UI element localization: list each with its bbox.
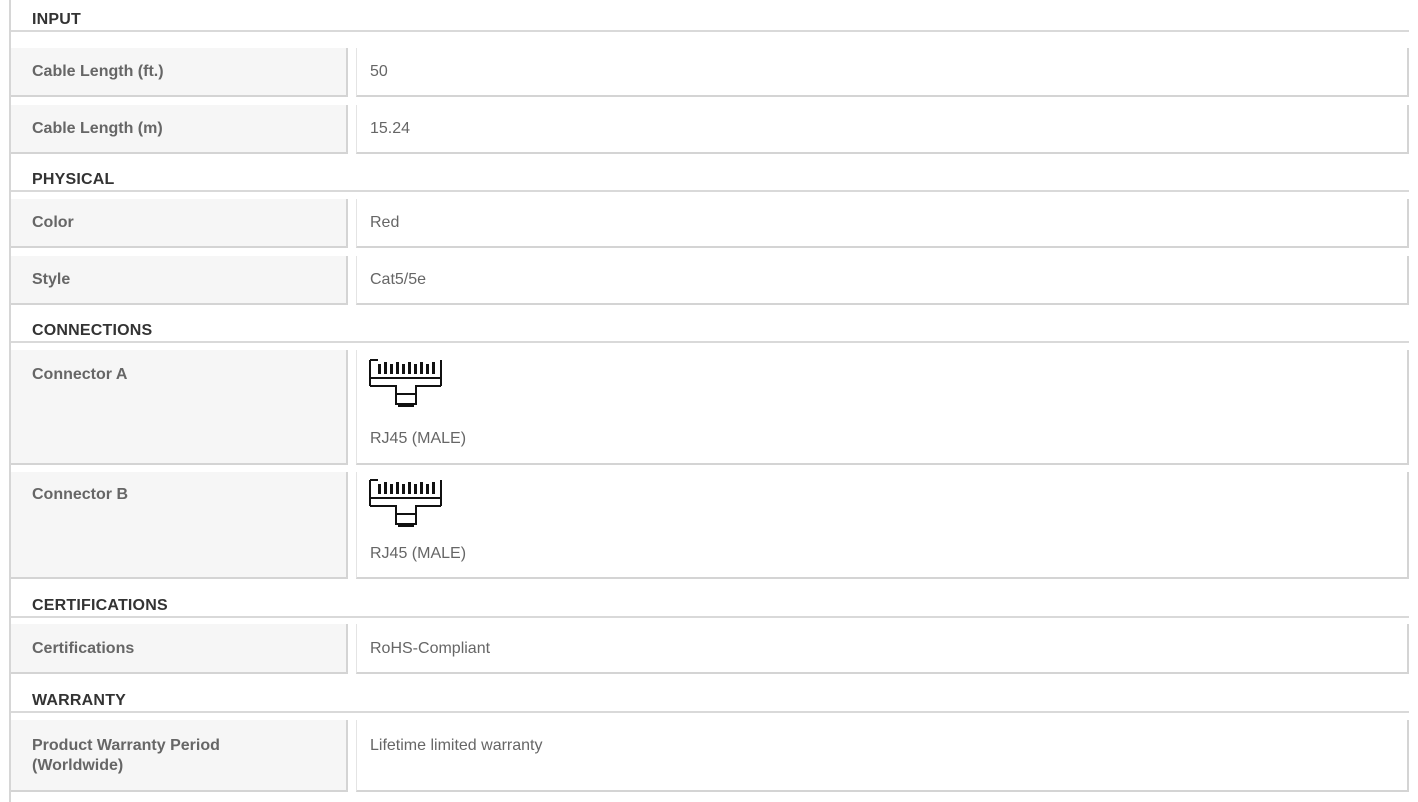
spec-label-cell: Cable Length (m) xyxy=(11,105,348,154)
spec-value: Red xyxy=(370,214,400,231)
spec-row-certifications: Certifications RoHS-Compliant xyxy=(11,624,1409,674)
spec-value-cell: 50 xyxy=(356,48,1409,97)
spec-row-product-warranty-period: Product Warranty Period (Worldwide) Life… xyxy=(11,720,1409,792)
section-title: PHYSICAL xyxy=(32,171,115,188)
section-header-certifications: CERTIFICATIONS xyxy=(11,586,1409,618)
spec-label: Connector B xyxy=(32,486,128,503)
spec-value: Cat5/5e xyxy=(370,271,427,288)
spec-label-cell: Style xyxy=(11,256,348,305)
spec-row-style: Style Cat5/5e xyxy=(11,256,1409,305)
spec-label: Cable Length (m) xyxy=(32,120,163,137)
spec-value-cell: RoHS-Compliant xyxy=(356,624,1409,674)
section-title: CONNECTIONS xyxy=(32,322,153,339)
spec-label: Product Warranty Period (Worldwide) xyxy=(32,736,220,776)
section-header-connections: CONNECTIONS xyxy=(11,311,1409,343)
section-header-warranty: WARRANTY xyxy=(11,681,1409,713)
spec-value: RJ45 (MALE) xyxy=(370,430,467,447)
section-title: INPUT xyxy=(32,11,81,28)
spec-value: RJ45 (MALE) xyxy=(370,545,467,562)
section-header-physical: PHYSICAL xyxy=(11,160,1409,192)
section-title: WARRANTY xyxy=(32,692,127,709)
spec-value-cell: RJ45 (MALE) xyxy=(356,350,1409,465)
spec-label-line: (Worldwide) xyxy=(32,757,124,774)
spec-value: RoHS-Compliant xyxy=(370,640,491,657)
spec-label-cell: Color xyxy=(11,199,348,248)
spec-row-color: Color Red xyxy=(11,199,1409,248)
section-header-input: INPUT xyxy=(11,0,1409,32)
rj45-connector-icon xyxy=(369,479,442,527)
spec-value: 50 xyxy=(370,63,388,80)
spec-label-cell: Connector B xyxy=(11,472,348,579)
spec-value-cell: Cat5/5e xyxy=(356,256,1409,305)
spec-row-cable-length-ft: Cable Length (ft.) 50 xyxy=(11,48,1409,97)
spec-label-cell: Connector A xyxy=(11,350,348,465)
spec-value-cell: 15.24 xyxy=(356,105,1409,154)
spec-value: Lifetime limited warranty xyxy=(370,737,543,754)
spec-label: Color xyxy=(32,214,74,231)
section-title: CERTIFICATIONS xyxy=(32,597,168,614)
spec-label-cell: Product Warranty Period (Worldwide) xyxy=(11,720,348,792)
spec-label: Connector A xyxy=(32,366,128,383)
spec-label: Style xyxy=(32,271,71,288)
spec-row-connector-a: Connector A RJ45 (MALE) xyxy=(11,350,1409,465)
spec-label-line: Product Warranty Period xyxy=(32,737,220,754)
spec-label: Cable Length (ft.) xyxy=(32,63,164,80)
spec-row-connector-b: Connector B RJ45 (MALE) xyxy=(11,472,1409,579)
rj45-connector-icon xyxy=(369,359,442,407)
spec-label: Certifications xyxy=(32,640,135,657)
spec-row-cable-length-m: Cable Length (m) 15.24 xyxy=(11,105,1409,154)
spec-value-cell: Lifetime limited warranty xyxy=(356,720,1409,792)
spec-label-cell: Cable Length (ft.) xyxy=(11,48,348,97)
spec-value-cell: Red xyxy=(356,199,1409,248)
spec-value: 15.24 xyxy=(370,120,411,137)
spec-label-cell: Certifications xyxy=(11,624,348,674)
spec-value-cell: RJ45 (MALE) xyxy=(356,472,1409,579)
